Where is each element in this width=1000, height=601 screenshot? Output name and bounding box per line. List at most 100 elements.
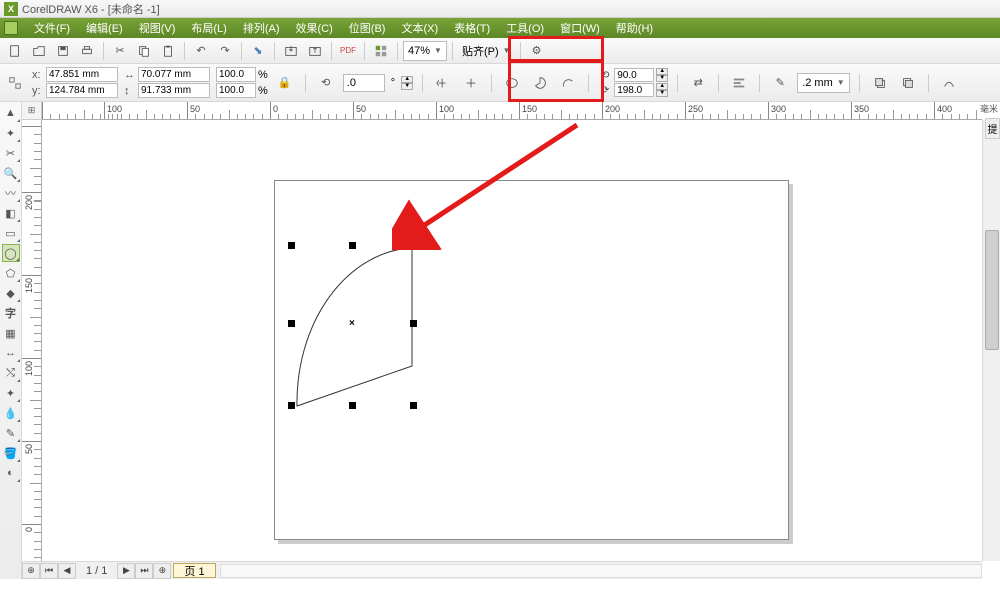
rotation-input[interactable] [343,74,385,92]
menu-arrange[interactable]: 排列(A) [235,20,288,36]
width-input[interactable] [138,67,210,82]
menu-bitmap[interactable]: 位图(B) [341,20,394,36]
to-back-button[interactable] [897,72,919,94]
mirror-v-button[interactable] [460,72,482,94]
start-angle-spinner[interactable]: ▲▼ [656,68,668,82]
end-angle-spinner[interactable]: ▲▼ [656,83,668,97]
vscroll-thumb[interactable] [985,230,999,350]
outline-width-dropdown[interactable]: .2 mm ▼ [797,73,849,93]
shape-tool[interactable]: ✦ [2,124,20,142]
page-tab-1[interactable]: 页 1 [173,563,215,578]
interactive-fill-tool[interactable]: ◐ [2,464,20,482]
menu-help[interactable]: 帮助(H) [608,20,661,36]
menu-table[interactable]: 表格(T) [446,20,498,36]
selection-handle-w[interactable] [288,320,295,327]
vertical-ruler[interactable]: 200150100500 [22,120,42,561]
menu-file[interactable]: 文件(F) [26,20,78,36]
last-page-button[interactable]: ⏭ [135,563,153,579]
search-button[interactable]: ⬊ [247,40,269,62]
scale-y-input[interactable] [216,83,256,98]
app-launcher-button[interactable] [370,40,392,62]
mirror-h-button[interactable] [432,72,454,94]
open-button[interactable] [28,40,50,62]
selection-center[interactable]: × [349,318,355,329]
save-button[interactable] [52,40,74,62]
menu-tools[interactable]: 工具(O) [498,20,552,36]
selection-handle-se[interactable] [410,402,417,409]
connector-tool[interactable]: ⤭ [2,364,20,382]
menu-view[interactable]: 视图(V) [131,20,184,36]
zoom-tool[interactable]: 🔍 [2,164,20,182]
polygon-tool[interactable]: ⬠ [2,264,20,282]
vertical-scrollbar[interactable] [982,120,1000,561]
end-angle-input[interactable] [614,83,654,97]
x-position-input[interactable] [46,67,118,82]
publish-pdf-button[interactable]: PDF [337,40,359,62]
next-page-button[interactable]: ▶ [117,563,135,579]
rectangle-tool[interactable]: ▭ [2,224,20,242]
outline-tool[interactable]: ✎ [2,424,20,442]
import-button[interactable] [280,40,302,62]
print-button[interactable] [76,40,98,62]
percent-label: % [258,85,268,97]
redo-button[interactable]: ↷ [214,40,236,62]
selection-handle-e[interactable] [410,320,417,327]
reverse-direction-button[interactable]: ⇄ [687,72,709,94]
text-tool[interactable]: 字 [2,304,20,322]
y-position-input[interactable] [46,83,118,98]
snap-dropdown[interactable]: 贴齐(P) ▼ [458,41,515,61]
add-page-button[interactable]: ⊕ [22,563,40,579]
selection-handle-sw[interactable] [288,402,295,409]
menu-text[interactable]: 文本(X) [393,20,446,36]
selection-handle-s[interactable] [349,402,356,409]
prev-page-button[interactable]: ◀ [58,563,76,579]
horizontal-scrollbar[interactable] [220,564,982,578]
eyedropper-tool[interactable]: 💧 [2,404,20,422]
start-angle-input[interactable] [614,68,654,82]
basic-shapes-tool[interactable]: ◆ [2,284,20,302]
menu-edit[interactable]: 编辑(E) [78,20,131,36]
export-button[interactable] [304,40,326,62]
interactive-tool[interactable]: ✦ [2,384,20,402]
paste-button[interactable] [157,40,179,62]
pick-tool[interactable]: ▲ [2,104,20,122]
ellipse-button[interactable] [501,72,523,94]
height-input[interactable] [138,83,210,98]
selection-handle-n[interactable] [349,242,356,249]
ruler-origin[interactable]: ⊞ [22,102,42,120]
rotation-spinner[interactable]: ▲▼ [401,76,413,90]
to-front-button[interactable] [869,72,891,94]
zoom-dropdown[interactable]: 47% ▼ [403,41,447,61]
menu-layout[interactable]: 布局(L) [183,20,234,36]
horizontal-ruler[interactable]: 10050050100150200250300350400 [42,102,982,120]
dimension-tool[interactable]: ↔ [2,344,20,362]
property-bar: x: y: ↔ ↕ % % 🔒 ⟲ ° ▲▼ ⟲ ▲▼ ⟳ ▲▼ ⇄ ✎ [0,64,1000,102]
undo-button[interactable]: ↶ [190,40,212,62]
convert-curves-button[interactable] [938,72,960,94]
wrap-text-button[interactable] [728,72,750,94]
freehand-tool[interactable]: 〰 [2,184,20,202]
cut-button[interactable]: ✂ [109,40,131,62]
new-button[interactable] [4,40,26,62]
add-page-after-button[interactable]: ⊕ [153,563,171,579]
options-button[interactable]: ⚙ [526,40,548,62]
canvas-viewport[interactable]: × [42,120,982,561]
menu-window[interactable]: 窗口(W) [552,20,608,36]
work-area: ▲ ✦ ✂ 🔍 〰 ◧ ▭ ◯ ⬠ ◆ 字 ▦ ↔ ⤭ ✦ 💧 ✎ 🪣 ◐ ⊞ … [0,102,1000,579]
fill-tool[interactable]: 🪣 [2,444,20,462]
selected-arc-shape[interactable] [282,238,452,418]
ellipse-tool[interactable]: ◯ [2,244,20,262]
lock-ratio-button[interactable]: 🔒 [274,72,296,94]
table-tool[interactable]: ▦ [2,324,20,342]
smart-fill-tool[interactable]: ◧ [2,204,20,222]
arc-button[interactable] [557,72,579,94]
first-page-button[interactable]: ⏮ [40,563,58,579]
selection-handle-nw[interactable] [288,242,295,249]
pie-button[interactable] [529,72,551,94]
scale-x-input[interactable] [216,67,256,82]
hints-docker-tab[interactable]: 提 [985,118,1000,139]
scale-inputs: % % [216,67,268,98]
copy-button[interactable] [133,40,155,62]
crop-tool[interactable]: ✂ [2,144,20,162]
menu-effects[interactable]: 效果(C) [288,20,341,36]
